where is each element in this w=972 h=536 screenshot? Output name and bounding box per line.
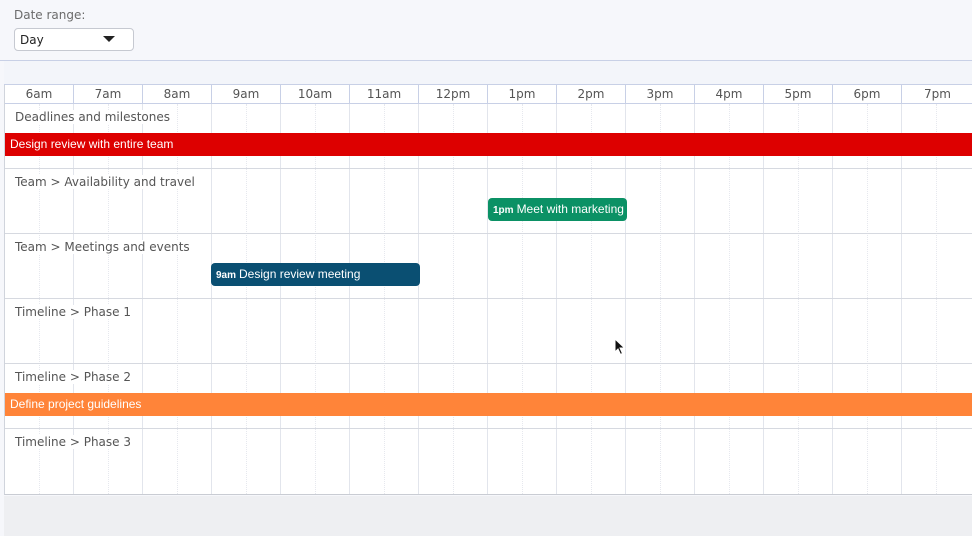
hour-header-cell: 7pm xyxy=(924,87,951,101)
date-range-select-value: Day xyxy=(20,33,44,47)
lane-timeline-phase-1: Timeline > Phase 1 xyxy=(5,299,972,364)
lane-title: Team > Availability and travel xyxy=(15,175,199,189)
hour-header-cell: 6am xyxy=(5,85,74,104)
date-range-select[interactable]: Day xyxy=(14,28,134,51)
toolbar: Date range: Day xyxy=(0,0,972,61)
scheduler-toolbar-strip xyxy=(4,61,972,85)
hour-header-cell: 7am xyxy=(74,85,143,104)
time-header: 6am 7am 8am 9am 10am 11am 12pm 1pm 2pm 3… xyxy=(5,85,972,104)
event-time: 1pm xyxy=(493,205,514,216)
hour-header-cell: 8am xyxy=(143,85,212,104)
hour-header-cell: 12pm xyxy=(419,85,488,104)
lane-title: Deadlines and milestones xyxy=(15,110,174,124)
hour-header-cell: 2pm xyxy=(557,85,626,104)
scheduler-timeline: 6am 7am 8am 9am 10am 11am 12pm 1pm 2pm 3… xyxy=(4,85,972,495)
hour-header-cell: 4pm xyxy=(695,85,764,104)
event-design-review-with-entire-team[interactable]: Design review with entire team xyxy=(5,133,972,156)
event-title: Meet with marketing xyxy=(516,202,624,216)
event-time: 9am xyxy=(216,270,237,281)
hour-header-cell: 5pm xyxy=(764,85,833,104)
event-title: Design review meeting xyxy=(239,267,361,281)
lane-team-meetings-and-events: Team > Meetings and events xyxy=(5,234,972,299)
hour-header-cell: 9am xyxy=(212,85,281,104)
hour-header-cell: 6pm xyxy=(833,85,902,104)
hour-header-cell: 10am xyxy=(281,85,350,104)
bottom-bar xyxy=(4,496,972,536)
caret-down-icon xyxy=(103,36,115,42)
lane-title: Timeline > Phase 1 xyxy=(15,305,135,319)
event-define-project-guidelines[interactable]: Define project guidelines xyxy=(5,393,972,416)
lane-title: Timeline > Phase 3 xyxy=(15,435,135,449)
mouse-pointer-icon xyxy=(614,338,626,356)
lane-title: Team > Meetings and events xyxy=(15,240,194,254)
hour-header-cell: 3pm xyxy=(626,85,695,104)
date-range-label: Date range: xyxy=(14,8,86,22)
event-design-review-meeting[interactable]: 9am Design review meeting xyxy=(211,263,420,286)
event-title: Define project guidelines xyxy=(10,397,142,411)
event-title: Design review with entire team xyxy=(10,137,174,151)
hour-header-cell: 1pm xyxy=(488,85,557,104)
lane-title: Timeline > Phase 2 xyxy=(15,370,135,384)
lane-timeline-phase-3: Timeline > Phase 3 xyxy=(5,429,972,494)
event-meet-with-marketing[interactable]: 1pm Meet with marketing xyxy=(488,198,627,221)
hour-header-cell: 11am xyxy=(350,85,419,104)
